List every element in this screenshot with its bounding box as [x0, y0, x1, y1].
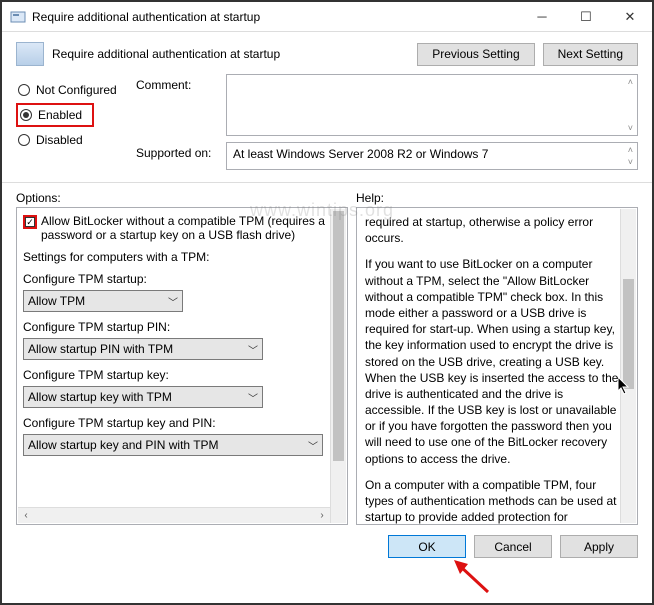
- scroll-up-icon[interactable]: ˄: [628, 145, 633, 155]
- configure-tpm-pin-label: Configure TPM startup PIN:: [23, 320, 329, 334]
- options-vscrollbar[interactable]: [330, 209, 346, 523]
- select-value: Allow TPM: [28, 294, 85, 308]
- select-value: Allow startup PIN with TPM: [28, 342, 173, 356]
- scroll-up-icon[interactable]: ˄: [628, 77, 633, 87]
- radio-icon: [18, 134, 30, 146]
- comment-input[interactable]: ˄ ˅: [226, 74, 638, 136]
- help-text: required at startup, otherwise a policy …: [365, 214, 619, 246]
- supported-on-text: At least Windows Server 2008 R2 or Windo…: [233, 147, 488, 161]
- scroll-left-icon[interactable]: ‹: [18, 508, 34, 523]
- radio-icon: [18, 84, 30, 96]
- configure-tpm-startup-select[interactable]: Allow TPM ﹀: [23, 290, 183, 312]
- help-pane: required at startup, otherwise a policy …: [356, 207, 638, 525]
- configure-tpm-pin-select[interactable]: Allow startup PIN with TPM ﹀: [23, 338, 263, 360]
- chevron-down-icon: ﹀: [308, 438, 318, 453]
- select-value: Allow startup key and PIN with TPM: [28, 438, 219, 452]
- close-button[interactable]: ✕: [608, 2, 652, 32]
- help-text: If you want to use BitLocker on a comput…: [365, 256, 619, 466]
- scroll-down-icon[interactable]: ˅: [628, 157, 633, 167]
- scroll-right-icon[interactable]: ›: [314, 508, 330, 523]
- titlebar: Require additional authentication at sta…: [2, 2, 652, 32]
- allow-no-tpm-checkbox[interactable]: ✓: [25, 217, 35, 227]
- page-title: Require additional authentication at sta…: [52, 47, 409, 61]
- minimize-button[interactable]: ─: [520, 2, 564, 32]
- configure-tpm-startup-label: Configure TPM startup:: [23, 272, 329, 286]
- allow-no-tpm-label: Allow BitLocker without a compatible TPM…: [41, 214, 329, 242]
- apply-button[interactable]: Apply: [560, 535, 638, 558]
- policy-large-icon: [16, 42, 44, 66]
- scrollbar-thumb[interactable]: [623, 279, 634, 389]
- radio-disabled[interactable]: Disabled: [16, 128, 136, 152]
- state-radio-group: Not Configured Enabled Disabled: [16, 74, 136, 176]
- comment-label: Comment:: [136, 74, 226, 136]
- tpm-section-label: Settings for computers with a TPM:: [23, 250, 329, 264]
- options-pane: ✓ Allow BitLocker without a compatible T…: [16, 207, 348, 525]
- configure-tpm-key-select[interactable]: Allow startup key with TPM ﹀: [23, 386, 263, 408]
- configure-tpm-key-label: Configure TPM startup key:: [23, 368, 329, 382]
- chevron-down-icon: ﹀: [248, 390, 258, 405]
- radio-enabled[interactable]: Enabled: [16, 103, 94, 127]
- ok-button[interactable]: OK: [388, 535, 466, 558]
- options-heading: Options:: [16, 191, 356, 205]
- help-text: On a computer with a compatible TPM, fou…: [365, 477, 619, 525]
- supported-on-value: At least Windows Server 2008 R2 or Windo…: [226, 142, 638, 170]
- scroll-down-icon[interactable]: ˅: [628, 123, 633, 133]
- radio-icon: [20, 109, 32, 121]
- divider: [2, 182, 652, 183]
- configure-tpm-key-pin-select[interactable]: Allow startup key and PIN with TPM ﹀: [23, 434, 323, 456]
- radio-label: Enabled: [38, 108, 82, 122]
- allow-no-tpm-highlight: ✓: [23, 215, 37, 229]
- next-setting-button[interactable]: Next Setting: [543, 43, 638, 66]
- radio-label: Not Configured: [36, 83, 117, 97]
- configure-tpm-key-pin-label: Configure TPM startup key and PIN:: [23, 416, 329, 430]
- help-vscrollbar[interactable]: [620, 209, 636, 523]
- maximize-button[interactable]: ☐: [564, 2, 608, 32]
- options-hscrollbar[interactable]: ‹ ›: [18, 507, 330, 523]
- window-title: Require additional authentication at sta…: [32, 10, 520, 24]
- chevron-down-icon: ﹀: [168, 294, 178, 309]
- radio-not-configured[interactable]: Not Configured: [16, 78, 136, 102]
- previous-setting-button[interactable]: Previous Setting: [417, 43, 534, 66]
- dialog-footer: OK Cancel Apply: [2, 525, 652, 568]
- scrollbar-thumb[interactable]: [333, 211, 344, 461]
- radio-label: Disabled: [36, 133, 83, 147]
- help-heading: Help:: [356, 191, 638, 205]
- select-value: Allow startup key with TPM: [28, 390, 172, 404]
- chevron-down-icon: ﹀: [248, 342, 258, 357]
- cancel-button[interactable]: Cancel: [474, 535, 552, 558]
- header: Require additional authentication at sta…: [2, 32, 652, 72]
- supported-on-label: Supported on:: [136, 142, 226, 170]
- policy-icon: [10, 9, 26, 25]
